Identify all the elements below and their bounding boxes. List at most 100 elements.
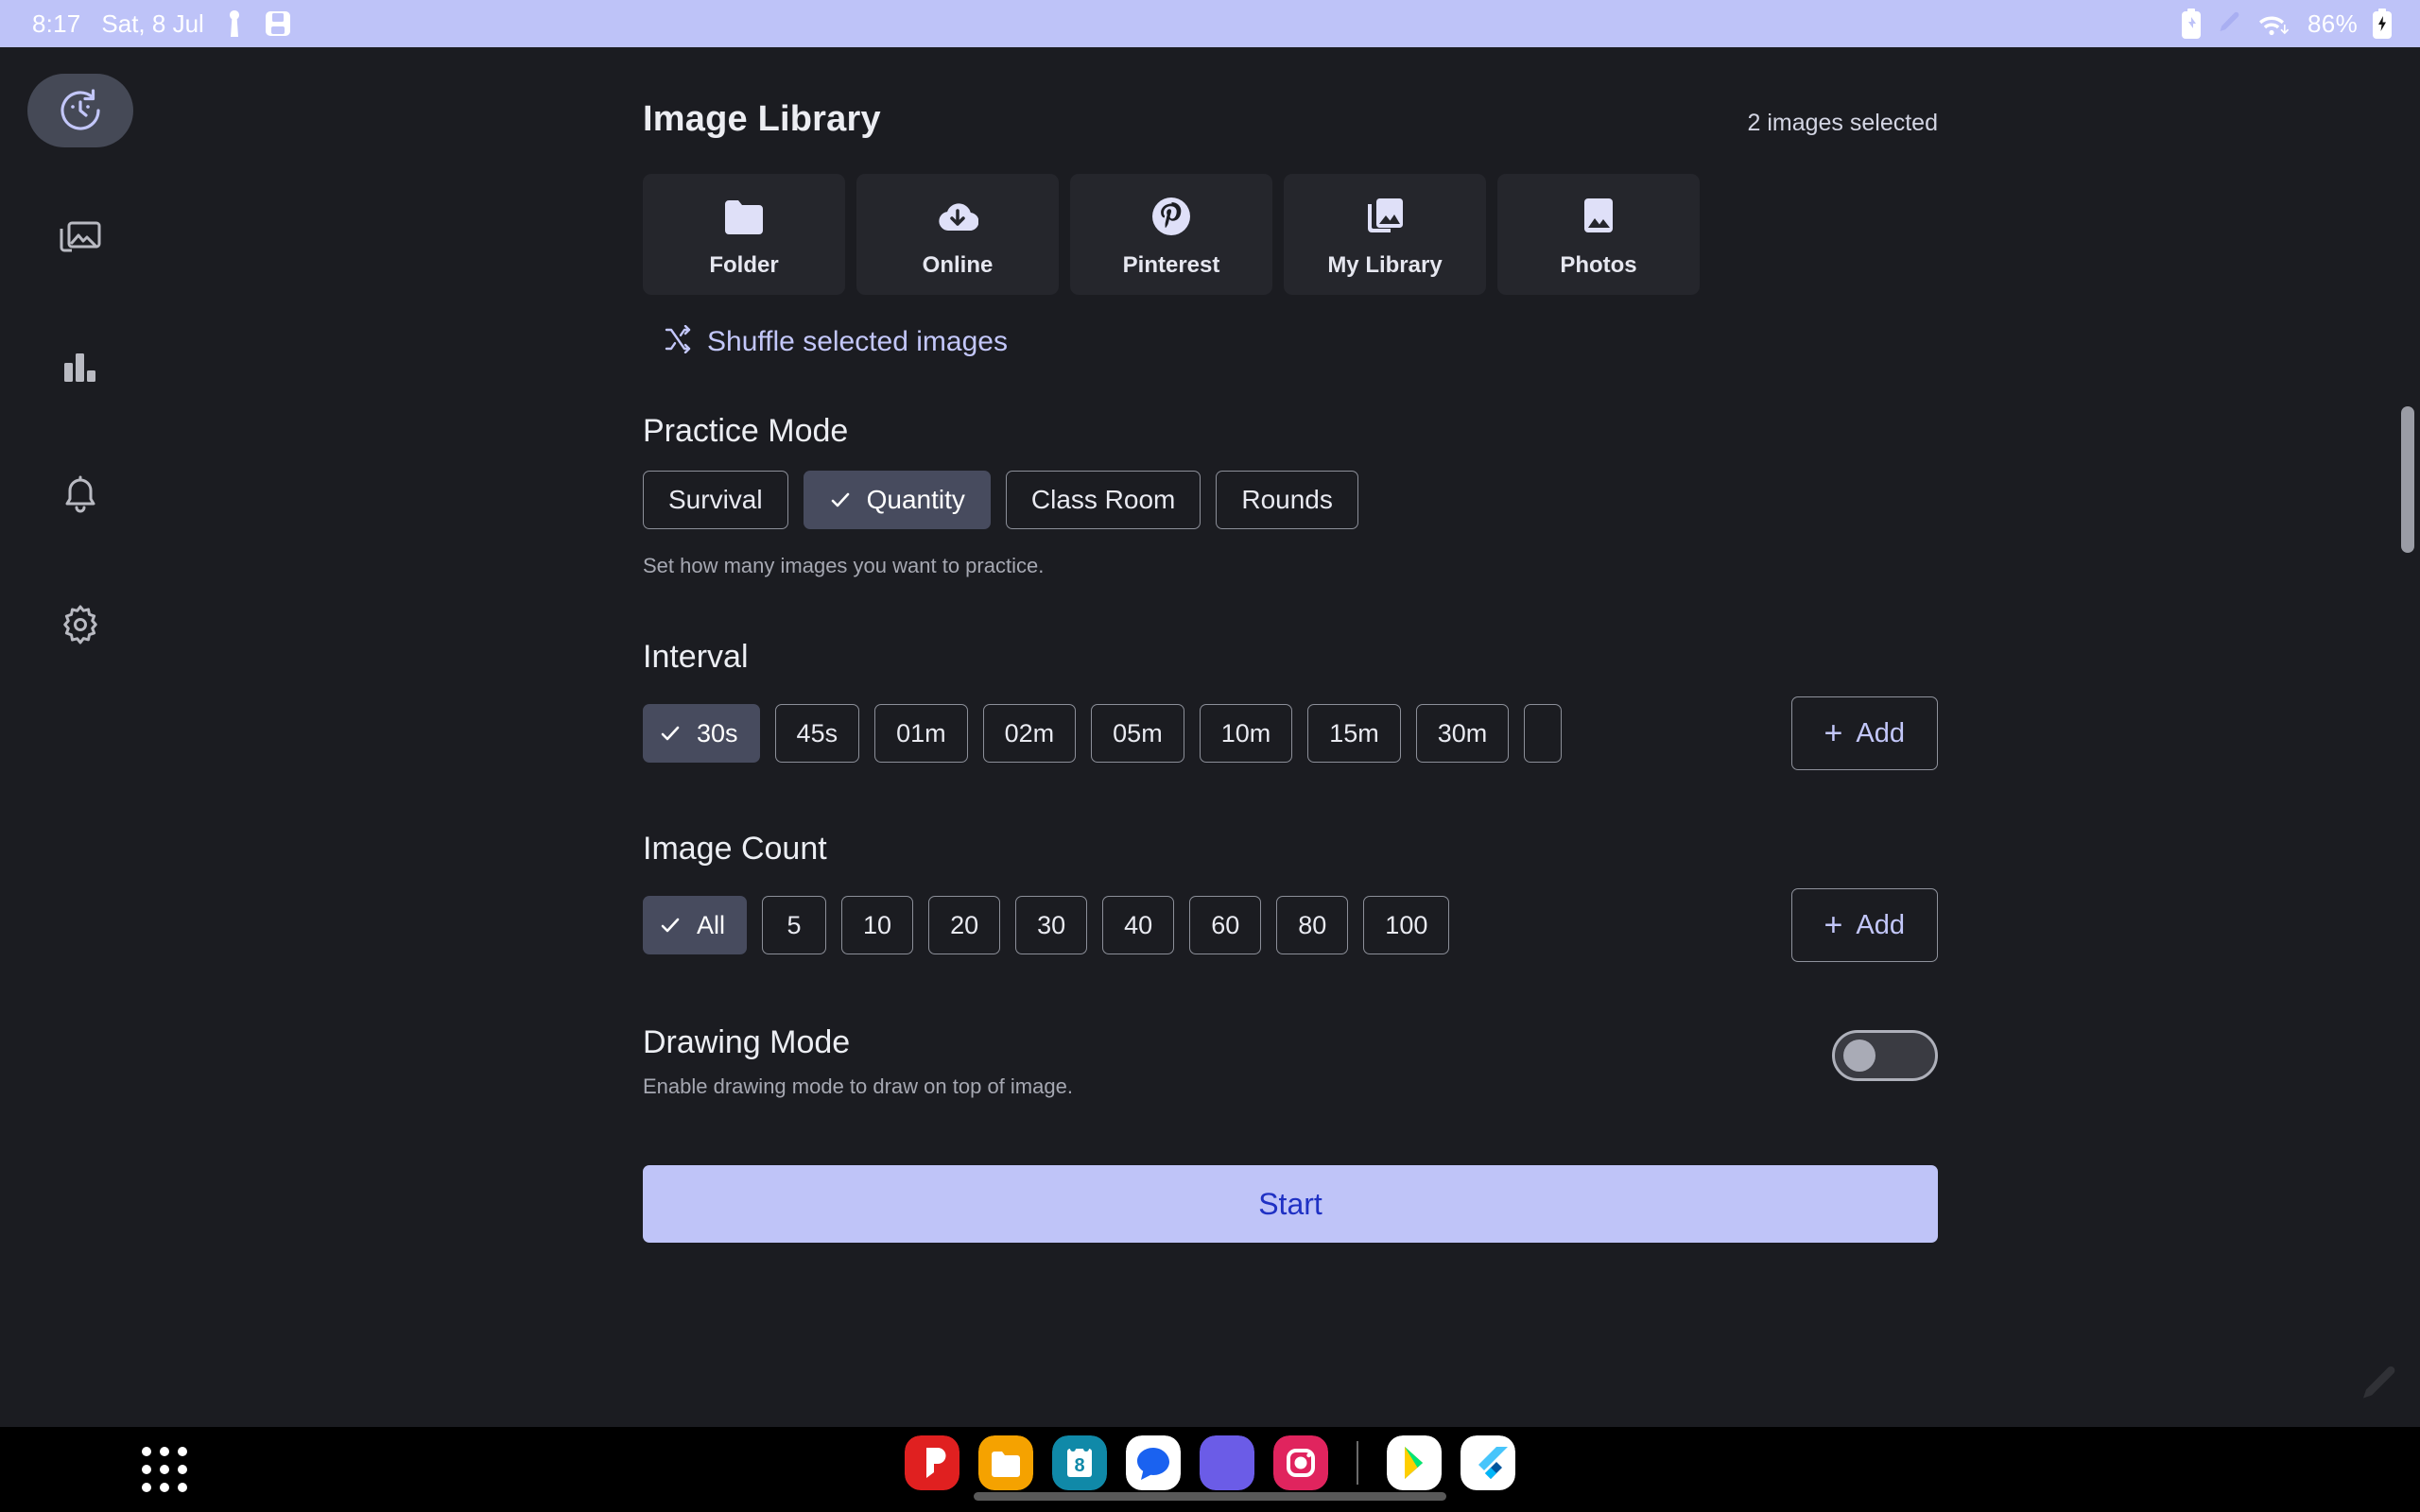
wifi-icon — [2258, 10, 2292, 37]
sidebar-item-stats[interactable] — [27, 331, 133, 404]
gesture-navigation-bar[interactable] — [974, 1492, 1446, 1501]
check-icon — [831, 492, 849, 507]
status-bar: 8:17 Sat, 8 Jul 86% — [0, 0, 2420, 47]
status-bar-left: 8:17 Sat, 8 Jul — [32, 9, 291, 39]
source-pinterest-button[interactable]: Pinterest — [1070, 174, 1272, 295]
image-count-option-60[interactable]: 60 — [1189, 896, 1262, 954]
interval-option-15m-label: 15m — [1329, 718, 1379, 747]
bell-icon — [60, 475, 100, 517]
drawing-mode-title: Drawing Mode — [643, 1024, 851, 1060]
image-count-option-all[interactable]: All — [643, 896, 748, 954]
taskbar-app-calendar[interactable]: 8 — [1052, 1435, 1107, 1490]
interval-section: Interval 30s 45s 01m 02m 05m 10m 15m 30m… — [643, 639, 1938, 770]
image-count-option-10-label: 10 — [863, 910, 892, 939]
image-count-option-5-label: 5 — [786, 910, 802, 939]
image-count-option-20[interactable]: 20 — [928, 896, 1001, 954]
sidebar-item-settings[interactable] — [27, 588, 133, 662]
pencil-icon — [2217, 10, 2243, 37]
practice-mode-title: Practice Mode — [643, 413, 849, 449]
plus-icon: + — [1824, 907, 1843, 943]
interval-title: Interval — [643, 639, 749, 675]
image-stack-icon — [1364, 190, 1406, 243]
interval-option-45s[interactable]: 45s — [774, 704, 860, 763]
source-my-library-label: My Library — [1327, 252, 1443, 278]
image-count-option-10[interactable]: 10 — [841, 896, 914, 954]
gallery-icon — [59, 219, 102, 259]
image-count-option-30[interactable]: 30 — [1015, 896, 1088, 954]
sidebar-item-gallery[interactable] — [27, 202, 133, 276]
practice-mode-rounds-label: Rounds — [1241, 485, 1333, 514]
start-button-label: Start — [1258, 1186, 1322, 1221]
practice-mode-class-room[interactable]: Class Room — [1005, 471, 1201, 529]
image-count-option-40[interactable]: 40 — [1102, 896, 1175, 954]
practice-mode-quantity[interactable]: Quantity — [803, 471, 991, 529]
image-count-option-100[interactable]: 100 — [1363, 896, 1450, 954]
image-count-option-20-label: 20 — [950, 910, 979, 939]
image-count-option-80[interactable]: 80 — [1276, 896, 1349, 954]
vertical-scrollbar[interactable] — [2401, 406, 2414, 553]
sidebar-item-notifications[interactable] — [27, 459, 133, 533]
taskbar-app-flutter[interactable] — [1461, 1435, 1515, 1490]
source-online-label: Online — [922, 252, 994, 278]
taskbar-app-chrome-alt[interactable] — [1200, 1435, 1254, 1490]
taskbar-app-pinterest[interactable] — [905, 1435, 959, 1490]
interval-option-02m-label: 02m — [1004, 718, 1055, 747]
app-grid-icon[interactable] — [142, 1447, 187, 1492]
start-button[interactable]: Start — [643, 1165, 1938, 1243]
image-count-option-5[interactable]: 5 — [762, 896, 827, 954]
source-pinterest-label: Pinterest — [1122, 252, 1220, 278]
practice-mode-section: Practice Mode Survival Quantity Class Ro… — [643, 413, 1938, 578]
interval-add-button[interactable]: + Add — [1790, 696, 1938, 770]
image-count-title: Image Count — [643, 831, 827, 867]
image-count-add-label: Add — [1856, 909, 1905, 940]
bar-chart-icon — [60, 348, 100, 387]
interval-option-30m[interactable]: 30m — [1415, 704, 1510, 763]
taskbar: 8 — [0, 1427, 2420, 1512]
interval-option-01m[interactable]: 01m — [874, 704, 968, 763]
practice-mode-survival-label: Survival — [668, 485, 763, 514]
pinterest-icon — [1151, 190, 1191, 243]
interval-option-15m[interactable]: 15m — [1307, 704, 1401, 763]
image-count-option-60-label: 60 — [1211, 910, 1240, 939]
cloud-download-icon — [937, 190, 978, 243]
selection-status: 2 images selected — [1747, 110, 1938, 136]
source-photos-label: Photos — [1560, 252, 1637, 278]
interval-option-05m[interactable]: 05m — [1091, 704, 1184, 763]
source-my-library-button[interactable]: My Library — [1284, 174, 1486, 295]
interval-options: 30s 45s 01m 02m 05m 10m 15m 30m + Add — [643, 696, 1938, 770]
interval-option-02m[interactable]: 02m — [982, 704, 1077, 763]
practice-mode-rounds[interactable]: Rounds — [1216, 471, 1358, 529]
drawing-mode-section: Drawing Mode Enable drawing mode to draw… — [643, 1024, 1938, 1099]
image-source-row: Folder Online Pinterest My Library Photo… — [643, 174, 1938, 295]
interval-option-45s-label: 45s — [796, 718, 838, 747]
main-content: Image Library 2 images selected Folder O… — [161, 47, 2420, 1427]
practice-mode-survival[interactable]: Survival — [643, 471, 788, 529]
taskbar-app-play-store[interactable] — [1387, 1435, 1442, 1490]
save-icon — [265, 10, 291, 37]
practice-mode-class-room-label: Class Room — [1030, 485, 1176, 514]
gear-icon — [60, 604, 101, 645]
taskbar-app-messages[interactable] — [1126, 1435, 1181, 1490]
source-photos-button[interactable]: Photos — [1497, 174, 1700, 295]
edit-pencil-icon[interactable] — [2356, 1362, 2403, 1414]
image-count-add-button[interactable]: + Add — [1790, 888, 1938, 962]
shuffle-selected-images-button[interactable]: Shuffle selected images — [664, 324, 1008, 358]
source-online-button[interactable]: Online — [856, 174, 1059, 295]
photo-icon — [1580, 190, 1617, 243]
interval-option-10m[interactable]: 10m — [1199, 704, 1293, 763]
interval-option-30s[interactable]: 30s — [643, 704, 760, 763]
drawing-mode-toggle[interactable] — [1832, 1030, 1938, 1081]
check-icon — [661, 726, 680, 741]
shuffle-icon — [664, 324, 692, 358]
interval-option-05m-label: 05m — [1113, 718, 1163, 747]
source-folder-button[interactable]: Folder — [643, 174, 845, 295]
practice-mode-quantity-label: Quantity — [866, 485, 965, 514]
interval-add-label: Add — [1856, 717, 1905, 748]
screen: 8:17 Sat, 8 Jul 86% Image Library 2 imag… — [0, 0, 2420, 1512]
sidebar-item-timer[interactable] — [27, 74, 133, 147]
battery-saver-icon — [2181, 9, 2202, 39]
taskbar-app-files[interactable] — [978, 1435, 1033, 1490]
taskbar-app-instagram[interactable] — [1273, 1435, 1328, 1490]
interval-option-clipped[interactable] — [1524, 704, 1563, 763]
status-time: 8:17 — [32, 9, 81, 38]
